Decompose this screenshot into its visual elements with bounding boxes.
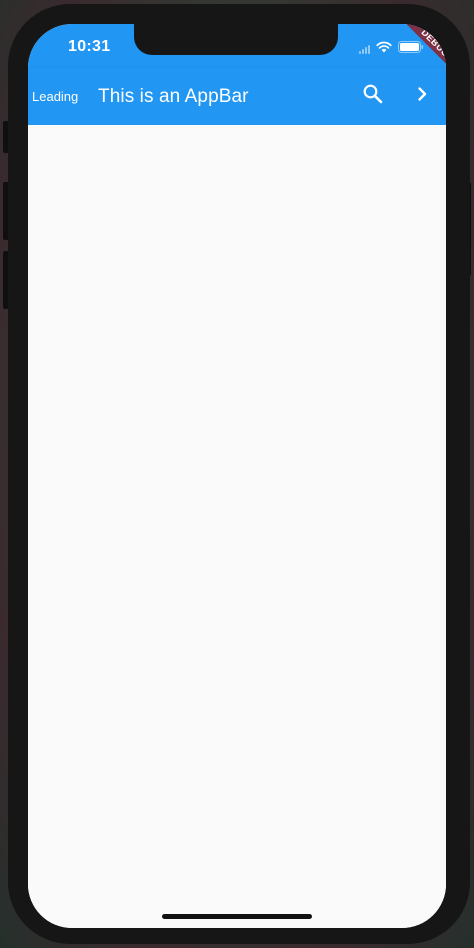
notch [134,24,338,55]
status-time: 10:31 [68,38,111,55]
search-button[interactable] [353,76,393,116]
leading-label[interactable]: Leading [32,68,78,125]
phone-screen: 10:31 Leading This is an AppBar DEBUG [28,24,446,928]
wifi-icon [376,40,392,58]
app-bar: Leading This is an AppBar [28,68,446,125]
chevron-right-icon [414,86,430,107]
battery-icon [398,40,424,58]
cellular-signal-icon [359,44,370,54]
forward-button[interactable] [402,76,442,116]
app-bar-title: This is an AppBar [98,86,249,107]
phone-frame: 10:31 Leading This is an AppBar DEBUG [8,4,470,944]
status-icons [359,40,424,58]
home-indicator[interactable] [162,914,312,919]
search-icon [362,83,384,110]
page-body [28,125,446,928]
